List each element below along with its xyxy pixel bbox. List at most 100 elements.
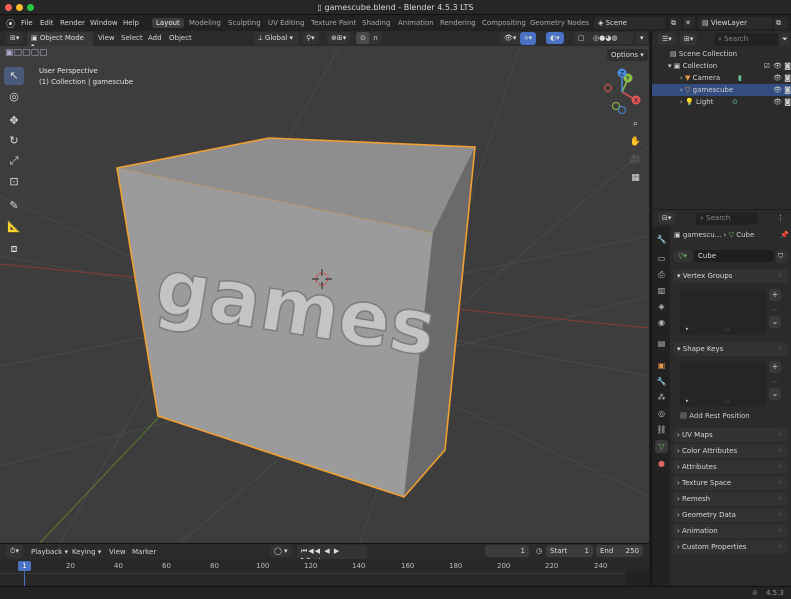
options-dropdown[interactable]: Options ▾ (607, 49, 648, 61)
snap-toggle-button[interactable]: ⊕⊞▾ (327, 32, 351, 44)
properties-editor-type-button[interactable]: ⊟▾ (658, 212, 676, 224)
tab-geometry-nodes[interactable]: Geometry Nodes (530, 19, 589, 27)
scene-tab-icon[interactable]: ◈ (655, 300, 668, 313)
properties-search-input[interactable]: ⌕ Search (696, 212, 758, 225)
visibility-eye-icon[interactable]: 👁 (773, 96, 782, 108)
tab-shading[interactable]: Shading (362, 19, 390, 27)
selection-mode-icons[interactable]: ▣▢▢▢▢ (5, 48, 48, 58)
show-gizmo-button[interactable]: 👁▾ (500, 32, 521, 44)
fake-user-shield-icon[interactable]: ⛉ (776, 250, 788, 263)
render-camera-icon[interactable]: ◙ (784, 96, 791, 108)
panel-remesh-header[interactable]: › Remesh ⁞⁞ (673, 492, 788, 506)
timeline-editor-type-button[interactable]: ⏱▾ (6, 545, 23, 558)
panel-attributes-header[interactable]: › Attributes ⁞⁞ (673, 460, 788, 474)
outliner-row-scene-collection[interactable]: ▤ Scene Collection (652, 48, 791, 60)
tab-rendering[interactable]: Rendering (440, 19, 476, 27)
outliner-row-camera[interactable]: › ▼ Camera ▮ 👁 ◙ (652, 72, 791, 84)
mesh-data-tab-icon[interactable]: ▽ (655, 440, 668, 453)
cursor-tool-icon[interactable]: ◎ (4, 88, 24, 106)
outliner-row-gamescube[interactable]: › ▽ gamescube 👁 ◙ (652, 84, 791, 96)
panel-uv-maps-header[interactable]: › UV Maps ⁞⁞ (673, 428, 788, 442)
camera-data-icon[interactable]: ▮ (738, 72, 742, 84)
tab-uv-editing[interactable]: UV Editing (268, 19, 305, 27)
panel-grip-icon[interactable]: ⁞⁞ (778, 460, 782, 474)
tab-texture-paint[interactable]: Texture Paint (311, 19, 356, 27)
add-rest-position-row[interactable]: Add Rest Position (680, 412, 750, 420)
visibility-eye-icon[interactable]: 👁 (773, 60, 782, 72)
shape-keys-menu-button[interactable]: ⌄ (769, 388, 781, 400)
blender-logo-icon[interactable]: ⦿ (6, 17, 15, 30)
panel-animation-header[interactable]: › Animation ⁞⁞ (673, 524, 788, 538)
shape-keys-list[interactable]: ▸::: (680, 361, 766, 407)
pivot-point-button[interactable]: ⚲▾ (302, 32, 319, 44)
render-camera-icon[interactable]: ◙ (784, 72, 791, 84)
panel-shape-keys-header[interactable]: ▾ Shape Keys ⁞⁞ (673, 342, 788, 356)
proportional-editing-button[interactable]: ⊙ (356, 32, 370, 44)
panel-color-attributes-header[interactable]: › Color Attributes ⁞⁞ (673, 444, 788, 458)
menu-file[interactable]: File (21, 19, 33, 27)
annotate-tool-icon[interactable]: ✎ (4, 197, 24, 215)
light-data-icon[interactable]: ⊙ (732, 96, 738, 108)
scale-tool-icon[interactable]: ⤢ (4, 152, 24, 170)
navigation-gizmo[interactable]: X Y Z (598, 68, 646, 116)
vertex-groups-list[interactable]: ▸::: (680, 289, 766, 335)
vertex-groups-menu-button[interactable]: ⌄ (769, 316, 781, 328)
output-tab-icon[interactable]: ⎙ (655, 268, 668, 281)
camera-view-icon[interactable]: 🎥 (627, 152, 644, 169)
panel-custom-properties-header[interactable]: › Custom Properties ⁞⁞ (673, 540, 788, 554)
menu-keying[interactable]: Keying ▾ (72, 548, 101, 556)
menu-view[interactable]: View (109, 548, 126, 556)
shading-modes[interactable]: ◎●◕◍ (589, 32, 633, 44)
collection-tab-icon[interactable]: ▤ (655, 337, 668, 350)
outliner-row-light[interactable]: › 💡 Light ⊙ 👁 ◙ (652, 96, 791, 108)
panel-grip-icon[interactable]: ⁞⁞ (778, 444, 782, 458)
outliner-display-mode-button[interactable]: ⊞▾ (680, 33, 698, 45)
modifiers-tab-icon[interactable]: 🔧 (655, 375, 668, 388)
menu-add[interactable]: Add (148, 34, 162, 42)
add-cube-tool-icon[interactable]: ⧈ (4, 240, 24, 258)
list-resize-grip-icon[interactable]: ::: (724, 399, 729, 405)
end-frame-field[interactable]: End 250 (596, 545, 643, 557)
exclude-checkbox[interactable]: ☑ (764, 60, 770, 72)
transform-tool-icon[interactable]: ⊡ (4, 173, 24, 191)
tab-animation[interactable]: Animation (398, 19, 434, 27)
viewlayer-selector[interactable]: ▤ ViewLayer (698, 17, 772, 29)
list-resize-grip-icon[interactable]: ::: (724, 327, 729, 333)
viewport-scene[interactable]: games (0, 46, 649, 543)
start-frame-field[interactable]: Start 1 (546, 545, 593, 557)
auto-keying-record-button[interactable]: ◯ ▾ (270, 545, 292, 557)
remove-vertex-group-button[interactable]: − (769, 304, 781, 316)
particles-tab-icon[interactable]: ⁂ (655, 391, 668, 404)
object-tab-icon[interactable]: ▣ (655, 359, 668, 372)
tab-layout[interactable]: Layout (152, 18, 184, 28)
outliner-search-input[interactable]: ⌕ Search (714, 33, 778, 46)
menu-select[interactable]: Select (121, 34, 143, 42)
timeline-area[interactable]: 1 20 40 60 80 100 120 140 160 180 200 22… (0, 559, 649, 586)
panel-grip-icon[interactable]: ⁞⁞ (778, 269, 782, 283)
panel-grip-icon[interactable]: ⁞⁞ (778, 342, 782, 356)
render-tab-icon[interactable]: ▭ (655, 252, 668, 265)
falloff-button[interactable]: ∩ (369, 32, 383, 44)
list-expand-icon[interactable]: ▸ (686, 326, 689, 332)
perspective-toggle-icon[interactable]: ▦ (627, 170, 644, 187)
add-shape-key-button[interactable]: + (769, 361, 781, 373)
pin-icon[interactable]: 📌 (780, 231, 789, 239)
rotate-tool-icon[interactable]: ↻ (4, 132, 24, 150)
list-expand-icon[interactable]: ▸ (686, 398, 689, 404)
world-tab-icon[interactable]: ◉ (655, 316, 668, 329)
preview-range-clock-icon[interactable]: ◷ (532, 545, 546, 557)
remove-shape-key-button[interactable]: − (769, 376, 781, 388)
tab-compositing[interactable]: Compositing (482, 19, 526, 27)
outliner-editor-type-button[interactable]: ☰▾ (658, 33, 676, 45)
constraints-tab-icon[interactable]: ⛓ (655, 423, 668, 436)
overlays-toggle-button[interactable]: ◐▾ (546, 32, 564, 44)
menu-render[interactable]: Render (60, 19, 85, 27)
timeline-scrollbar[interactable] (625, 571, 649, 586)
panel-grip-icon[interactable]: ⁞⁞ (778, 524, 782, 538)
panel-vertex-groups-header[interactable]: ▾ Vertex Groups ⁞⁞ (673, 269, 788, 283)
zoom-icon[interactable]: ⌕ (627, 116, 644, 133)
visibility-eye-icon[interactable]: 👁 (773, 72, 782, 84)
xray-toggle-button[interactable]: ▢ (574, 32, 589, 44)
gizmo-toggle-button[interactable]: ⟡▾ (520, 32, 537, 45)
add-vertex-group-button[interactable]: + (769, 289, 781, 301)
